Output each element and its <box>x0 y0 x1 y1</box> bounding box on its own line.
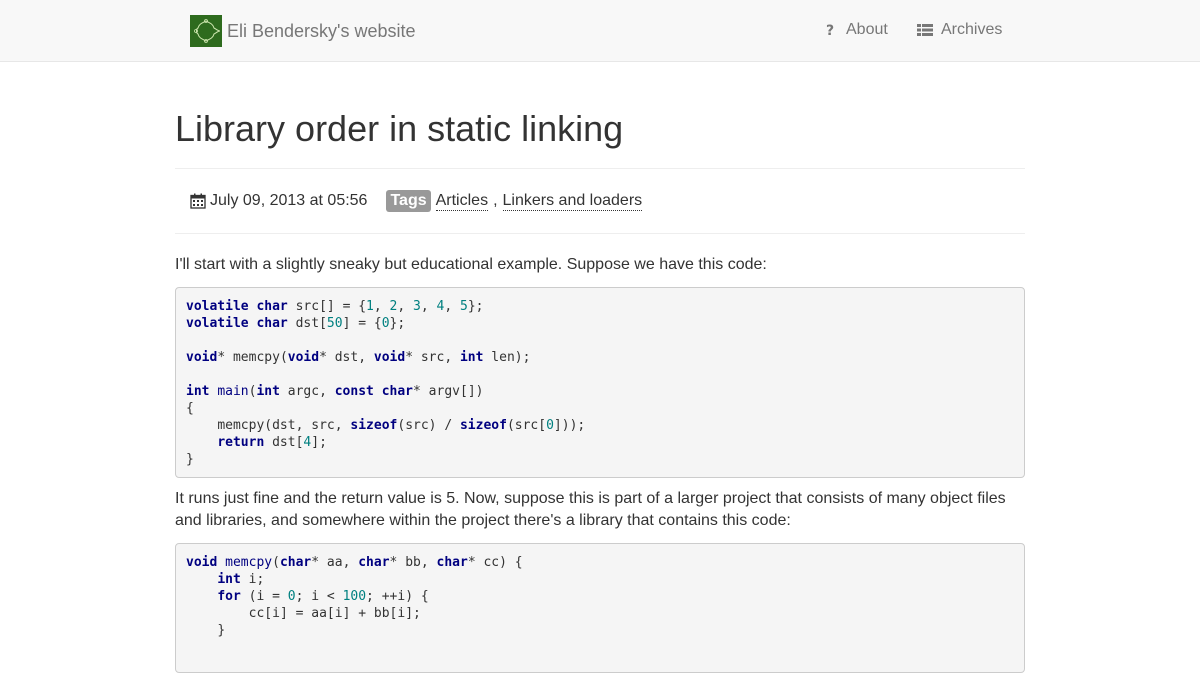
code-line: int main(int argc, const char* argv[]) <box>186 383 484 399</box>
article-paragraph: I'll start with a slightly sneaky but ed… <box>175 256 767 273</box>
article-date: July 09, 2013 at 05:56 <box>210 192 368 209</box>
code-line: { <box>186 400 194 416</box>
article-paragraph: It runs just fine and the return value i… <box>175 490 1006 529</box>
svg-text:?: ? <box>826 23 834 38</box>
article-meta: July 09, 2013 at 05:56 Tags Articles , L… <box>175 169 1025 233</box>
tag-link-linkers-and-loaders[interactable]: Linkers and loaders <box>502 192 643 211</box>
code-line: void* memcpy(void* dst, void* src, int l… <box>186 349 531 365</box>
code-line: } <box>186 451 194 467</box>
nav-about-link[interactable]: ? About <box>822 20 888 40</box>
mandelbrot-logo-icon <box>190 15 222 47</box>
list-icon <box>917 24 933 36</box>
tag-separator: , <box>493 192 498 209</box>
code-line: } <box>217 622 226 638</box>
meta-divider <box>175 233 1025 234</box>
code-line: return dst[4]; <box>217 434 327 450</box>
brand-link[interactable]: Eli Bendersky's website <box>190 15 416 47</box>
code-line: memcpy(dst, src, sizeof(src) / sizeof(sr… <box>217 417 586 433</box>
code-line: volatile char src[] = {1, 2, 3, 4, 5}; <box>186 298 484 314</box>
nav-archives-link[interactable]: Archives <box>917 20 1002 40</box>
site-title: Eli Bendersky's website <box>227 20 416 41</box>
code-line: void memcpy(char* aa, char* bb, char* cc… <box>186 554 523 570</box>
tags-label: Tags <box>386 190 431 212</box>
code-line: cc[i] = aa[i] + bb[i]; <box>248 605 421 621</box>
top-navbar: Eli Bendersky's website ? About Archives <box>0 0 1200 62</box>
code-block: volatile char src[] = {1, 2, 3, 4, 5}; vo… <box>175 287 1025 478</box>
article: Library order in static linking July 09,… <box>175 62 1025 673</box>
code-line: volatile char dst[50] = {0}; <box>186 315 406 331</box>
tag-link-articles[interactable]: Articles <box>435 192 489 211</box>
code-block: void memcpy(char* aa, char* bb, char* cc… <box>175 543 1025 673</box>
code-line: int i; <box>217 571 265 587</box>
article-title: Library order in static linking <box>175 108 624 149</box>
calendar-icon <box>190 193 206 209</box>
nav-archives-label: Archives <box>941 21 1003 38</box>
question-icon: ? <box>826 23 834 38</box>
nav-about-label: About <box>846 21 888 38</box>
code-line: for (i = 0; i < 100; ++i) { <box>217 588 429 604</box>
